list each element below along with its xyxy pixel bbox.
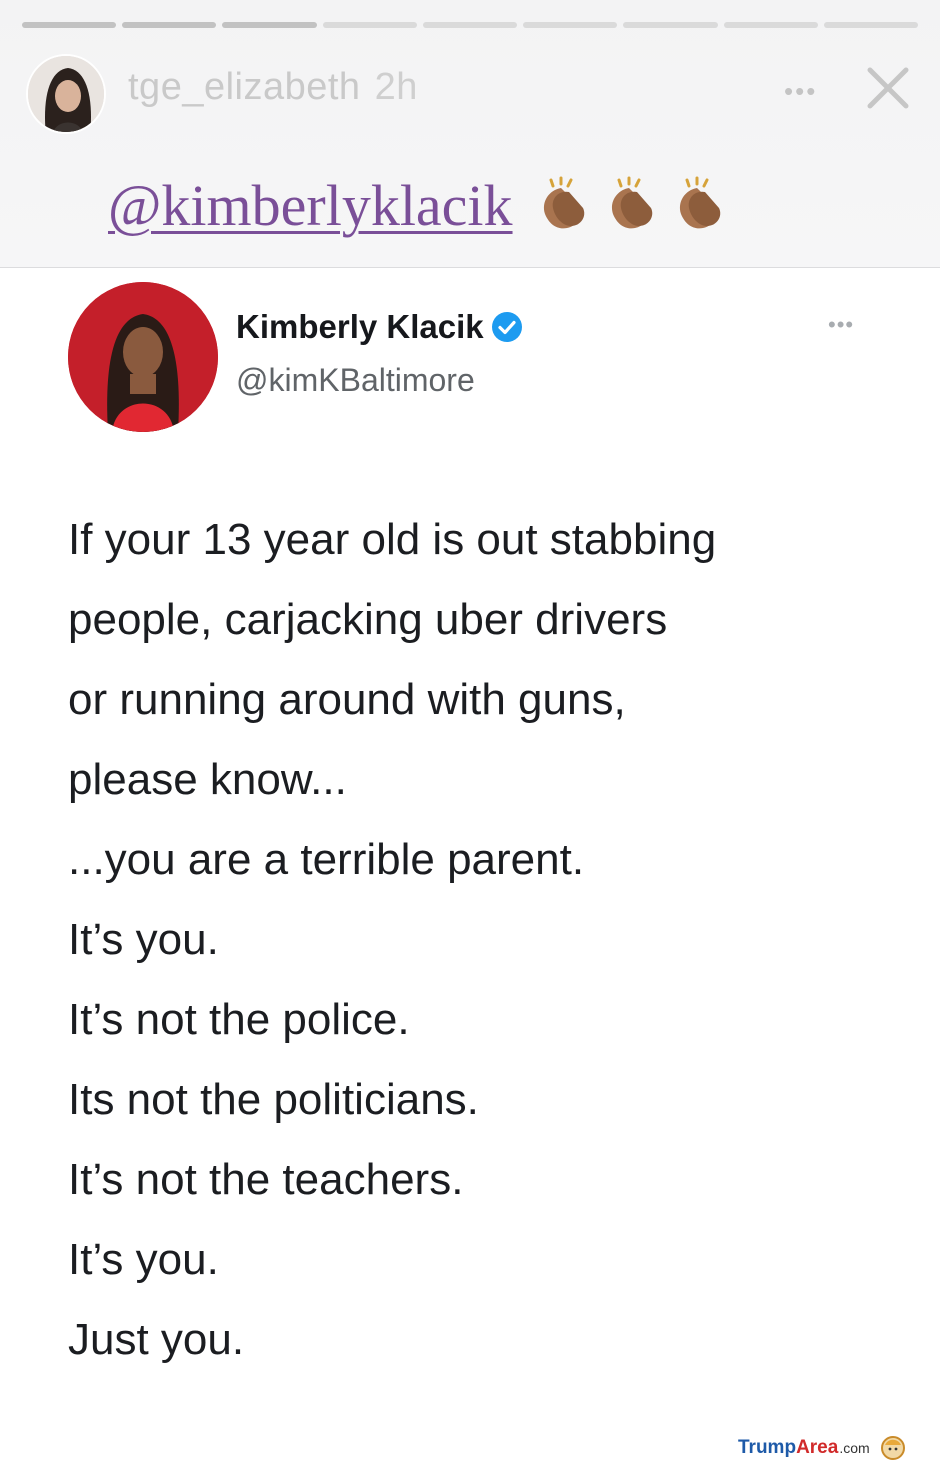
- story-username[interactable]: tge_elizabeth: [128, 66, 361, 108]
- close-icon[interactable]: [858, 58, 918, 118]
- tweet-author-handle[interactable]: @kimKBaltimore: [236, 362, 475, 399]
- progress-segment: [723, 22, 818, 28]
- watermark-part-2: Area: [796, 1437, 839, 1458]
- tweet-author-name[interactable]: Kimberly Klacik: [236, 308, 484, 346]
- watermark-logo-icon: [880, 1436, 905, 1460]
- watermark-part-3: .com: [839, 1440, 870, 1456]
- clapping-hands-icon: [611, 176, 652, 229]
- tweet-author-avatar[interactable]: [68, 282, 218, 432]
- progress-segment: [22, 22, 117, 28]
- watermark-part-1: Trump: [738, 1437, 797, 1458]
- story-user-avatar[interactable]: [26, 54, 106, 134]
- verified-badge-icon: [491, 312, 522, 342]
- site-watermark: Trump Area .com: [738, 1435, 906, 1460]
- progress-segment: [122, 22, 217, 28]
- progress-segment: [222, 22, 317, 28]
- progress-segment: [523, 22, 618, 28]
- mention-sticker[interactable]: @kimberlyklacik: [108, 170, 733, 240]
- tweet-author-name-line[interactable]: Kimberly Klacik: [236, 308, 524, 346]
- mention-link[interactable]: @kimberlyklacik: [108, 172, 513, 239]
- story-more-button[interactable]: •••: [784, 76, 817, 107]
- tweet-more-button[interactable]: •••: [828, 312, 854, 338]
- progress-segment: [322, 22, 417, 28]
- progress-segment: [422, 22, 518, 28]
- progress-segment: [823, 22, 918, 28]
- clap-emoji-group: [531, 174, 733, 236]
- story-time: 2h: [374, 66, 418, 108]
- story-username-line[interactable]: tge_elizabeth 2h: [128, 66, 418, 109]
- progress-segment: [623, 22, 718, 28]
- clapping-hands-icon: [543, 176, 584, 229]
- clapping-hands-icon: [679, 176, 720, 229]
- story-header: tge_elizabeth 2h ••• @kimberlyklacik: [0, 0, 940, 268]
- tweet-text: If your 13 year old is out stabbing peop…: [68, 515, 717, 1364]
- story-progress-bar: [22, 22, 918, 28]
